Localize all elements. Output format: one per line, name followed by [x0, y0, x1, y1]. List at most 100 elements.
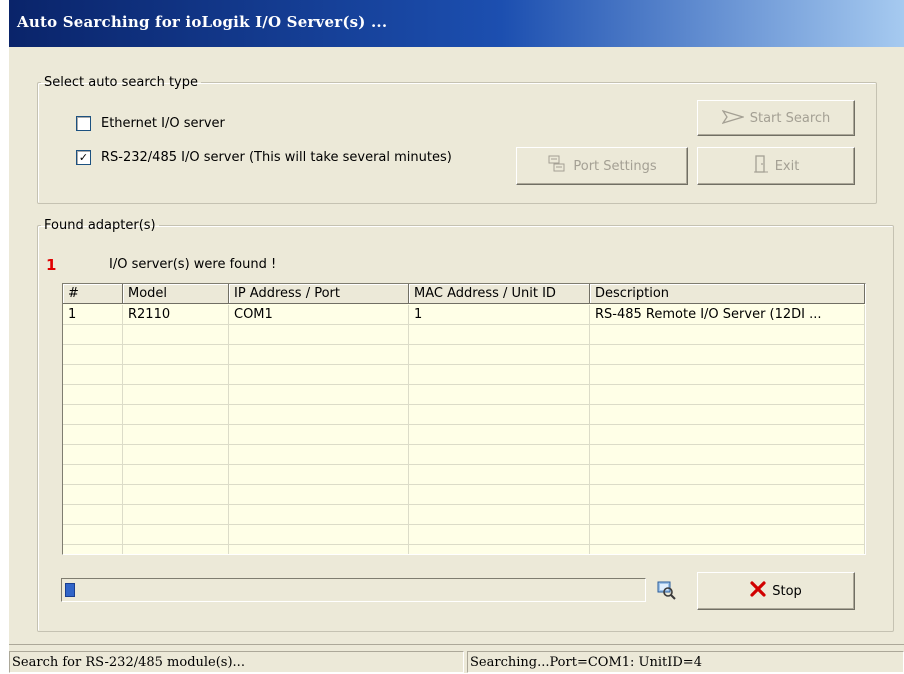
- red-x-icon: [750, 581, 766, 601]
- empty-cell: [590, 465, 865, 485]
- empty-cell: [409, 325, 590, 345]
- door-icon: [753, 155, 769, 177]
- column-header-number[interactable]: #: [63, 284, 123, 304]
- empty-cell: [229, 325, 409, 345]
- empty-cell: [123, 465, 229, 485]
- empty-cell: [409, 525, 590, 545]
- empty-cell: [229, 345, 409, 365]
- empty-cell: [63, 545, 123, 554]
- arrow-send-icon: [721, 109, 745, 128]
- empty-cell: [63, 365, 123, 385]
- empty-cell: [63, 425, 123, 445]
- cell-ip-port: COM1: [229, 305, 409, 325]
- column-header-mac-unit[interactable]: MAC Address / Unit ID: [409, 284, 590, 304]
- adapter-list[interactable]: # Model IP Address / Port MAC Address / …: [62, 283, 866, 555]
- found-message: I/O server(s) were found !: [109, 257, 277, 272]
- empty-cell: [409, 505, 590, 525]
- port-settings-button[interactable]: Port Settings: [516, 147, 688, 185]
- progress-fill: [65, 583, 75, 597]
- magnifier-computer-icon: [656, 580, 676, 600]
- empty-cell: [123, 405, 229, 425]
- empty-cell: [63, 485, 123, 505]
- status-left: Search for RS-232/485 module(s)...: [9, 651, 464, 673]
- empty-row: [63, 385, 865, 405]
- empty-row: [63, 405, 865, 425]
- start-search-label: Start Search: [749, 110, 831, 126]
- status-right: Searching...Port=COM1: UnitID=4: [467, 651, 904, 673]
- empty-cell: [409, 545, 590, 554]
- empty-cell: [123, 385, 229, 405]
- empty-cell: [590, 525, 865, 545]
- empty-cell: [229, 485, 409, 505]
- empty-cell: [123, 525, 229, 545]
- empty-row: [63, 505, 865, 525]
- table-row[interactable]: 1 R2110 COM1 1 RS-485 Remote I/O Server …: [63, 305, 865, 325]
- exit-button[interactable]: Exit: [697, 147, 855, 185]
- empty-cell: [123, 325, 229, 345]
- empty-cell: [590, 485, 865, 505]
- ethernet-label: Ethernet I/O server: [101, 116, 225, 131]
- auto-search-dialog: Auto Searching for ioLogik I/O Server(s)…: [9, 0, 904, 673]
- empty-cell: [409, 345, 590, 365]
- empty-row: [63, 545, 865, 554]
- search-type-legend: Select auto search type: [44, 75, 198, 90]
- ethernet-option[interactable]: Ethernet I/O server: [76, 116, 225, 131]
- empty-cell: [590, 425, 865, 445]
- empty-cell: [63, 385, 123, 405]
- title-bar: Auto Searching for ioLogik I/O Server(s)…: [9, 0, 904, 47]
- window-title: Auto Searching for ioLogik I/O Server(s)…: [17, 13, 388, 31]
- empty-cell: [229, 405, 409, 425]
- empty-row: [63, 365, 865, 385]
- empty-cell: [63, 525, 123, 545]
- empty-cell: [63, 465, 123, 485]
- column-header-description[interactable]: Description: [590, 284, 865, 304]
- empty-cell: [590, 345, 865, 365]
- empty-cell: [409, 365, 590, 385]
- empty-row: [63, 445, 865, 465]
- empty-cell: [409, 485, 590, 505]
- empty-cell: [123, 345, 229, 365]
- list-body: 1 R2110 COM1 1 RS-485 Remote I/O Server …: [63, 305, 865, 554]
- port-settings-label: Port Settings: [573, 158, 657, 174]
- empty-cell: [123, 445, 229, 465]
- empty-cell: [409, 465, 590, 485]
- empty-cell: [63, 345, 123, 365]
- empty-cell: [409, 385, 590, 405]
- stop-label: Stop: [772, 583, 802, 599]
- stop-button[interactable]: Stop: [697, 572, 855, 610]
- list-header: # Model IP Address / Port MAC Address / …: [63, 284, 865, 304]
- start-search-button[interactable]: Start Search: [697, 100, 855, 136]
- empty-row: [63, 525, 865, 545]
- cell-mac-unit: 1: [409, 305, 590, 325]
- empty-cell: [229, 365, 409, 385]
- empty-cell: [229, 545, 409, 554]
- empty-row: [63, 325, 865, 345]
- empty-cell: [229, 525, 409, 545]
- empty-cell: [590, 545, 865, 554]
- serial-option[interactable]: ✓ RS-232/485 I/O server (This will take …: [76, 150, 452, 165]
- column-header-model[interactable]: Model: [123, 284, 229, 304]
- empty-cell: [123, 485, 229, 505]
- empty-row: [63, 485, 865, 505]
- empty-row: [63, 465, 865, 485]
- serial-checkbox[interactable]: ✓: [76, 150, 91, 165]
- empty-cell: [123, 505, 229, 525]
- empty-cell: [409, 405, 590, 425]
- empty-cell: [409, 425, 590, 445]
- empty-cell: [63, 505, 123, 525]
- empty-cell: [590, 405, 865, 425]
- status-bar: Search for RS-232/485 module(s)... Searc…: [9, 644, 904, 674]
- empty-row: [63, 425, 865, 445]
- cell-description: RS-485 Remote I/O Server (12DI ...: [590, 305, 865, 325]
- empty-cell: [63, 445, 123, 465]
- cell-number: 1: [63, 305, 123, 325]
- ports-icon: [547, 155, 567, 177]
- empty-cell: [229, 465, 409, 485]
- found-count: 1: [46, 256, 57, 274]
- empty-cell: [123, 425, 229, 445]
- column-header-ip-port[interactable]: IP Address / Port: [229, 284, 409, 304]
- empty-cell: [590, 385, 865, 405]
- empty-cell: [229, 505, 409, 525]
- empty-cell: [590, 365, 865, 385]
- ethernet-checkbox[interactable]: [76, 116, 91, 131]
